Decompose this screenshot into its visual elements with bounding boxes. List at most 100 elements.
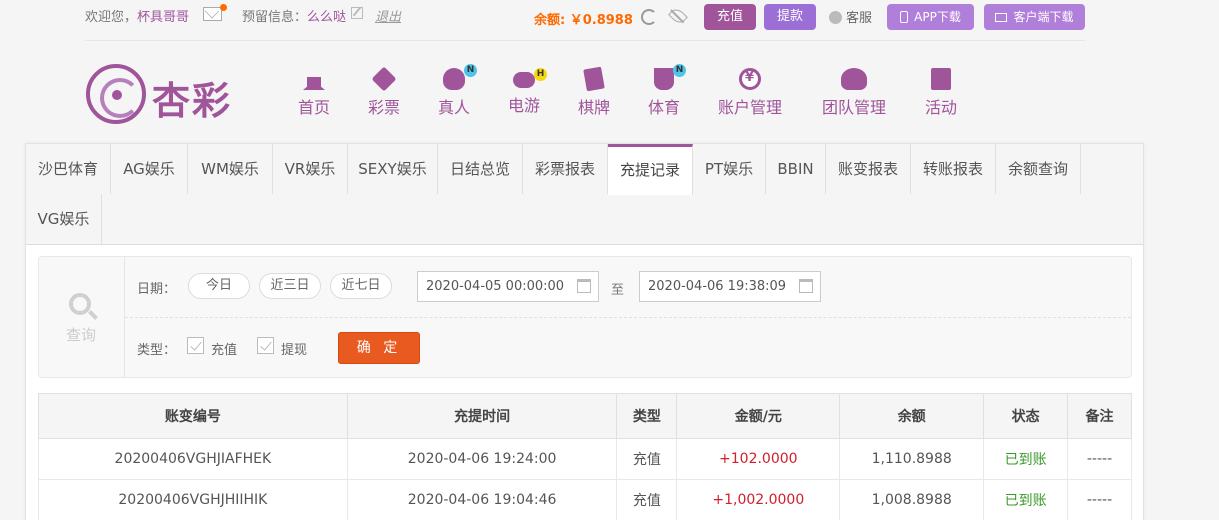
- nav-label: 活动: [925, 98, 958, 117]
- logo-text: 杏彩: [152, 78, 233, 123]
- cell-type: 充值: [616, 479, 678, 520]
- nav-label: 首页: [298, 98, 331, 117]
- gift-icon: [931, 68, 951, 90]
- reserve-label: 预留信息：: [242, 10, 308, 25]
- tab-daily-summary[interactable]: 日结总览: [438, 144, 523, 194]
- tab-balance-query[interactable]: 余额查询: [996, 144, 1081, 194]
- username[interactable]: 杯具哥哥: [137, 10, 189, 25]
- hide-balance-icon[interactable]: [668, 6, 688, 26]
- nav-home[interactable]: 首页: [298, 68, 330, 118]
- welcome-prefix: 欢迎您，: [85, 10, 138, 25]
- query-panel: 查询: [39, 257, 125, 377]
- tab-saba-sports[interactable]: 沙巴体育: [26, 144, 111, 194]
- gamepad-icon: H: [513, 68, 547, 88]
- balance-text: 余额: ￥0.8988: [534, 13, 633, 28]
- edit-icon[interactable]: [351, 7, 363, 19]
- cell-time: 2020-04-06 19:24:00: [346, 438, 618, 480]
- app-download-button[interactable]: APP下载: [887, 4, 974, 30]
- nav-label: 电游: [508, 96, 541, 115]
- mail-icon[interactable]: [203, 7, 222, 21]
- tab-ag[interactable]: AG娱乐: [111, 144, 188, 194]
- service-icon: [829, 11, 842, 24]
- cell-type: 充值: [616, 438, 678, 480]
- main-panel: 沙巴体育 AG娱乐 WM娱乐 VR娱乐 SEXY娱乐 日结总览 彩票报表 充提记…: [25, 143, 1144, 520]
- col-balance: 余额: [839, 393, 985, 439]
- table-header-row: 账变编号 充提时间 类型 金额/元 余额 状态 备注: [38, 393, 1132, 439]
- new-badge: N: [673, 64, 686, 77]
- site-logo[interactable]: 杏彩: [86, 64, 236, 124]
- cell-status: 已到账: [983, 438, 1069, 480]
- withdraw-button[interactable]: 提款: [764, 4, 816, 30]
- nav-live[interactable]: N 真人: [438, 64, 477, 118]
- calendar-icon[interactable]: [577, 279, 591, 293]
- records-table: 账变编号 充提时间 类型 金额/元 余额 状态 备注 20200406VGHJI…: [38, 393, 1132, 520]
- col-serial: 账变编号: [38, 393, 348, 439]
- service-label: 客服: [846, 11, 873, 26]
- type-label: 类型：: [137, 343, 177, 358]
- phone-icon: [900, 11, 909, 23]
- nav-lottery[interactable]: 彩票: [368, 66, 400, 118]
- new-badge: N: [464, 64, 477, 77]
- tab-transfer-report[interactable]: 转账报表: [911, 144, 996, 194]
- tab-wm[interactable]: WM娱乐: [188, 144, 273, 194]
- end-date-input[interactable]: [639, 271, 821, 302]
- nav-label: 棋牌: [578, 98, 611, 117]
- cell-amount: +102.0000: [676, 438, 841, 480]
- report-tabs: 沙巴体育 AG娱乐 WM娱乐 VR娱乐 SEXY娱乐 日结总览 彩票报表 充提记…: [26, 144, 1143, 245]
- tab-pt[interactable]: PT娱乐: [693, 144, 766, 194]
- nav-slots[interactable]: H 电游: [508, 68, 547, 116]
- tab-lottery-report[interactable]: 彩票报表: [523, 144, 608, 194]
- unread-dot-icon: [220, 4, 227, 11]
- cell-remark: -----: [1067, 438, 1132, 480]
- last-3-days-button[interactable]: 近三日: [259, 273, 321, 299]
- cell-balance: 1,008.8988: [839, 479, 985, 520]
- cell-status: 已到账: [983, 479, 1069, 520]
- refresh-icon[interactable]: [641, 9, 657, 25]
- confirm-button[interactable]: 确 定: [338, 332, 420, 364]
- top-divider: [85, 40, 1085, 41]
- col-amount: 金额/元: [676, 393, 841, 439]
- col-remark: 备注: [1067, 393, 1132, 439]
- recharge-button[interactable]: 充值: [704, 4, 756, 30]
- recharge-checkbox-label: 充值: [211, 343, 238, 358]
- tab-sexy[interactable]: SEXY娱乐: [348, 144, 438, 194]
- today-button[interactable]: 今日: [188, 273, 250, 299]
- start-date-input[interactable]: [417, 271, 599, 302]
- tab-vr[interactable]: VR娱乐: [273, 144, 348, 194]
- nav-sports[interactable]: N 体育: [648, 64, 686, 118]
- col-status: 状态: [983, 393, 1069, 439]
- nav-label: 团队管理: [822, 98, 887, 117]
- cell-balance: 1,110.8988: [839, 438, 985, 480]
- tab-bbin[interactable]: BBIN: [766, 144, 826, 194]
- home-icon: [303, 68, 325, 90]
- cell-serial: 20200406VGHJIAFHEK: [38, 438, 348, 480]
- lottery-ticket-icon: [371, 66, 397, 92]
- yen-coin-icon: [739, 68, 761, 90]
- tab-balance-change[interactable]: 账变报表: [826, 144, 911, 194]
- recharge-checkbox[interactable]: [187, 337, 204, 354]
- last-7-days-button[interactable]: 近七日: [330, 273, 392, 299]
- client-download-button[interactable]: 客户端下载: [984, 4, 1085, 30]
- withdraw-checkbox-label: 提现: [281, 343, 308, 358]
- nav-activity[interactable]: 活动: [925, 68, 957, 118]
- calendar-icon[interactable]: [799, 279, 813, 293]
- logout-link[interactable]: 退出: [375, 6, 401, 25]
- cell-remark: -----: [1067, 479, 1132, 520]
- filter-divider: [125, 317, 1131, 318]
- table-row: 20200406VGHJIAFHEK 2020-04-06 19:24:00 充…: [38, 438, 1132, 480]
- tab-deposit-withdraw[interactable]: 充提记录: [608, 144, 693, 195]
- team-users-icon: [841, 68, 867, 90]
- filter-box: 查询 日期： 今日 近三日 近七日 至 类型： 充值 提现 确 定: [38, 256, 1132, 378]
- customer-service-link[interactable]: 客服: [829, 7, 872, 26]
- nav-cards[interactable]: 棋牌: [578, 66, 611, 118]
- live-dealer-icon: N: [443, 64, 477, 90]
- nav-team[interactable]: 团队管理: [822, 68, 886, 118]
- withdraw-checkbox[interactable]: [257, 337, 274, 354]
- search-icon: [69, 293, 91, 315]
- playing-cards-icon: [583, 66, 605, 92]
- client-download-label: 客户端下载: [1013, 10, 1074, 24]
- nav-account[interactable]: 账户管理: [718, 68, 782, 118]
- app-download-label: APP下载: [914, 10, 961, 24]
- top-bar: 欢迎您，杯具哥哥 预留信息：么么哒 退出 余额: ￥0.8988 充值 提款 客…: [0, 0, 1219, 36]
- tab-vg[interactable]: VG娱乐: [26, 194, 102, 244]
